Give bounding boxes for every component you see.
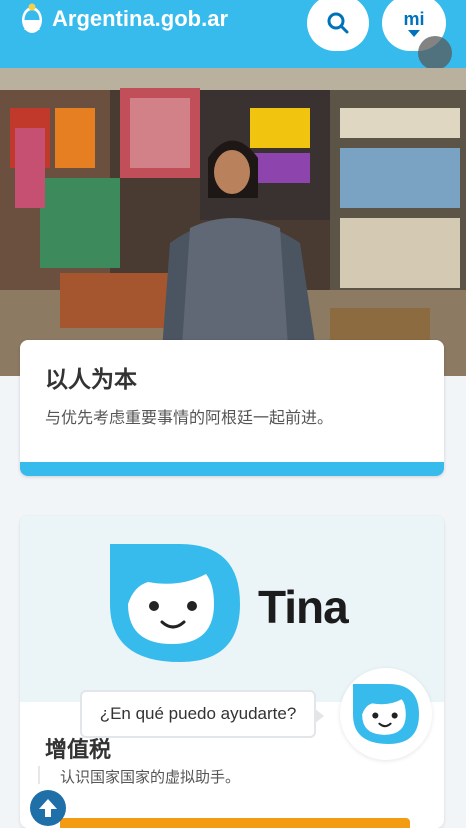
scroll-to-top-button[interactable] [30, 790, 66, 826]
tina-face-icon [110, 544, 240, 662]
search-button[interactable] [307, 0, 369, 51]
tina-logo-text: Tina [258, 581, 349, 633]
top-header: Argentina.gob.ar mi [0, 0, 466, 68]
scroll-indicator[interactable] [418, 36, 452, 70]
hero-image [0, 68, 466, 376]
brand-name: Argentina.gob.ar [52, 6, 229, 31]
hero-card-accent-bar [20, 462, 444, 476]
store-photo [0, 68, 466, 376]
search-icon [327, 12, 349, 34]
mi-label: mi [403, 8, 425, 29]
hero-subtitle: 与优先考虑重要事情的阿根廷一起前进。 [45, 408, 334, 427]
tina-card-description: 认识国家国家的虚拟助手。 [60, 768, 241, 786]
description-divider [38, 766, 40, 784]
tina-face-icon [353, 684, 419, 744]
hero-card[interactable]: 以人为本 与优先考虑重要事情的阿根廷一起前进。 [20, 340, 444, 476]
chatbot-launcher-button[interactable] [340, 668, 432, 760]
arrow-up-icon [39, 799, 57, 817]
coat-of-arms-icon [22, 3, 42, 33]
chatbot-prompt-bubble[interactable]: ¿En qué puedo ayudarte? [80, 690, 324, 738]
tina-card-accent-bar [60, 818, 410, 828]
hero-title: 以人为本 [45, 367, 137, 393]
chevron-down-icon [408, 29, 420, 37]
home-logo-link[interactable]: Argentina.gob.ar [20, 2, 228, 36]
